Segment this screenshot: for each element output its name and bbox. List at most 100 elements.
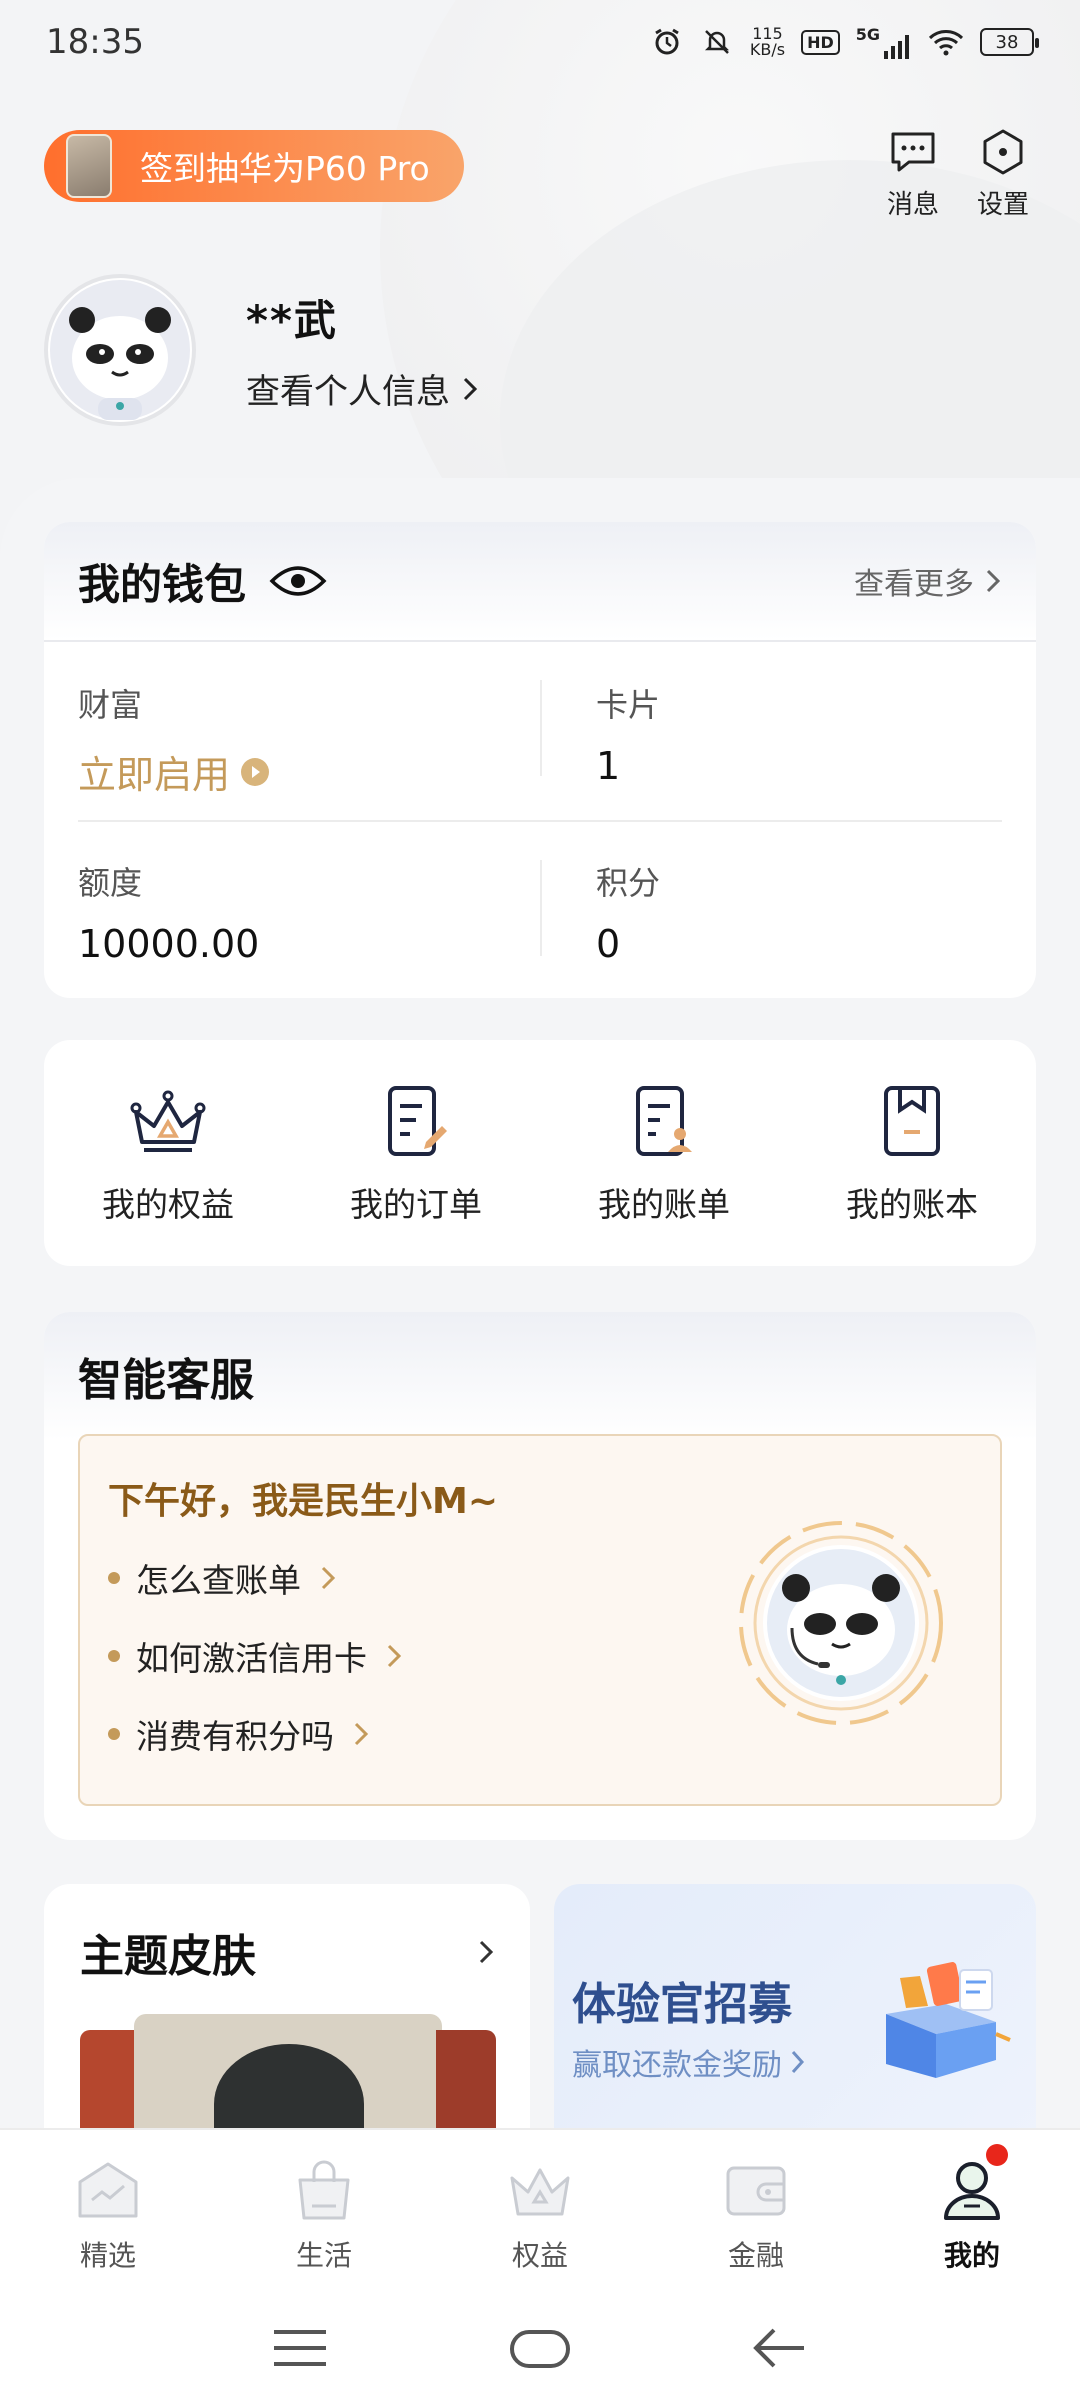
theme-header: 主题皮肤 xyxy=(44,1884,530,1984)
wallet-wealth[interactable]: 财富 立即启用 xyxy=(78,642,540,820)
tester-recruit-banner[interactable]: 体验官招募 赢取还款金奖励 xyxy=(554,1884,1036,2154)
shortcut-ledger[interactable]: 我的账本 xyxy=(788,1040,1036,1266)
shopping-bag-icon xyxy=(298,2160,350,2220)
hd-badge: HD xyxy=(801,29,840,55)
alarm-icon xyxy=(650,25,684,59)
wallet-more-link[interactable]: 查看更多 xyxy=(854,559,1002,603)
smart-service-card: 智能客服 下午好，我是民生小M~ 怎么查账单 如何激活信用卡 消费有积分吗 xyxy=(44,1312,1036,1840)
wifi-icon xyxy=(928,25,964,59)
theme-title: 主题皮肤 xyxy=(80,1931,256,1982)
nav-label: 权益 xyxy=(511,2239,568,2272)
cards-value: 1 xyxy=(596,744,621,788)
profile-text: **武 查看个人信息 xyxy=(246,287,480,413)
points-value: 0 xyxy=(596,922,621,966)
chevron-right-icon xyxy=(321,1566,336,1590)
nav-benefits[interactable]: 权益 xyxy=(432,2130,648,2288)
view-profile-label: 查看个人信息 xyxy=(246,372,450,412)
status-bar: 18:35 115 KB/s HD 5G 38 xyxy=(0,0,1080,84)
status-time: 18:35 xyxy=(46,22,144,62)
wallet-card: 我的钱包 查看更多 财富 立即启用 卡片 1 额度 10000.00 积分 0 xyxy=(44,522,1036,998)
nav-finance[interactable]: 金融 xyxy=(648,2130,864,2288)
nav-label: 金融 xyxy=(727,2239,784,2272)
nav-featured[interactable]: 精选 xyxy=(0,2130,216,2288)
profile-section[interactable]: **武 查看个人信息 xyxy=(44,274,480,426)
shortcut-orders[interactable]: 我的订单 xyxy=(292,1040,540,1266)
nav-label: 我的 xyxy=(943,2239,1000,2272)
notification-badge xyxy=(986,2144,1008,2166)
avatar[interactable] xyxy=(44,274,196,426)
screen: 18:35 115 KB/s HD 5G 38 签到抽华为P60 Pro 消息 … xyxy=(0,0,1080,2408)
nav-label: 生活 xyxy=(295,2239,352,2272)
service-header: 智能客服 xyxy=(44,1312,1036,1440)
theme-skin-card[interactable]: 主题皮肤 xyxy=(44,1884,530,2154)
settings-label: 设置 xyxy=(976,190,1029,220)
nav-mine[interactable]: 我的 xyxy=(864,2130,1080,2288)
mute-icon xyxy=(700,25,734,59)
bullet xyxy=(108,1728,120,1740)
chevron-right-icon xyxy=(986,569,1001,593)
shortcut-bills[interactable]: 我的账单 xyxy=(540,1040,788,1266)
shortcut-label: 我的订单 xyxy=(350,1185,482,1224)
view-profile-link[interactable]: 查看个人信息 xyxy=(246,364,480,413)
wallet-title-text: 我的钱包 xyxy=(78,559,247,609)
service-title: 智能客服 xyxy=(78,1355,254,1406)
faq-text: 消费有积分吗 xyxy=(136,1717,334,1756)
wallet-header: 我的钱包 查看更多 xyxy=(44,522,1036,642)
gift-box-icon xyxy=(886,1962,1011,2078)
sign-in-promo-button[interactable]: 签到抽华为P60 Pro xyxy=(44,130,464,202)
ledger-icon xyxy=(884,1086,940,1156)
wealth-value-text: 立即启用 xyxy=(78,753,231,797)
chevron-right-icon xyxy=(791,2050,805,2074)
eye-icon[interactable] xyxy=(268,561,328,601)
play-circle-icon xyxy=(241,757,270,786)
shortcut-label: 我的权益 xyxy=(102,1185,234,1224)
home-button-icon[interactable] xyxy=(508,2316,572,2380)
promo-label: 签到抽华为P60 Pro xyxy=(140,149,430,188)
nav-label: 精选 xyxy=(79,2239,136,2272)
wallet-cards[interactable]: 卡片 1 xyxy=(540,642,1002,820)
assistant-robot-icon[interactable] xyxy=(734,1516,948,1730)
signal-icon: 5G xyxy=(856,25,912,59)
net-speed: 115 KB/s xyxy=(750,26,785,58)
limit-label: 额度 xyxy=(78,864,143,902)
bullet xyxy=(108,1572,120,1584)
crown-icon xyxy=(130,1090,206,1152)
limit-value: 10000.00 xyxy=(78,922,260,966)
bottom-nav: 精选 生活 权益 金融 我的 xyxy=(0,2128,1080,2288)
panda-avatar-icon xyxy=(50,280,190,420)
order-icon xyxy=(388,1086,447,1156)
settings-button[interactable]: 设置 xyxy=(968,126,1038,221)
battery-icon: 38 xyxy=(980,28,1039,56)
recruit-title: 体验官招募 xyxy=(572,1979,792,2030)
messages-button[interactable]: 消息 xyxy=(878,126,948,221)
crown-icon xyxy=(510,2168,570,2216)
net-speed-unit: KB/s xyxy=(749,40,786,59)
system-nav-bar xyxy=(0,2288,1080,2408)
faq-text: 怎么查账单 xyxy=(136,1561,301,1600)
menu-icon[interactable] xyxy=(268,2316,332,2380)
chevron-right-icon xyxy=(479,1940,494,1964)
wallet-points[interactable]: 积分 0 xyxy=(540,820,1002,998)
network-type: 5G xyxy=(855,25,880,44)
wealth-label: 财富 xyxy=(78,686,143,724)
wealth-value: 立即启用 xyxy=(78,744,540,799)
nav-life[interactable]: 生活 xyxy=(216,2130,432,2288)
gear-icon xyxy=(983,129,1023,175)
wallet-grid: 财富 立即启用 卡片 1 额度 10000.00 积分 0 xyxy=(78,642,1002,998)
recruit-subtitle-text: 赢取还款金奖励 xyxy=(572,2048,782,2083)
recruit-subtitle: 赢取还款金奖励 xyxy=(572,2040,806,2084)
back-icon[interactable] xyxy=(748,2316,812,2380)
wallet-title: 我的钱包 xyxy=(78,551,328,612)
faq-text: 如何激活信用卡 xyxy=(136,1639,367,1678)
points-label: 积分 xyxy=(596,864,661,902)
home-icon xyxy=(78,2162,138,2218)
chevron-right-icon xyxy=(354,1722,369,1746)
wallet-more-label: 查看更多 xyxy=(854,567,974,602)
shortcuts-card: 我的权益 我的订单 我的账单 我的账本 xyxy=(44,1040,1036,1266)
chevron-right-icon xyxy=(463,377,478,400)
wallet-limit[interactable]: 额度 10000.00 xyxy=(78,820,540,998)
shortcut-benefits[interactable]: 我的权益 xyxy=(44,1040,292,1266)
shortcut-label: 我的账本 xyxy=(846,1185,978,1224)
service-box: 下午好，我是民生小M~ 怎么查账单 如何激活信用卡 消费有积分吗 xyxy=(78,1434,1002,1806)
phone-image xyxy=(66,134,112,198)
